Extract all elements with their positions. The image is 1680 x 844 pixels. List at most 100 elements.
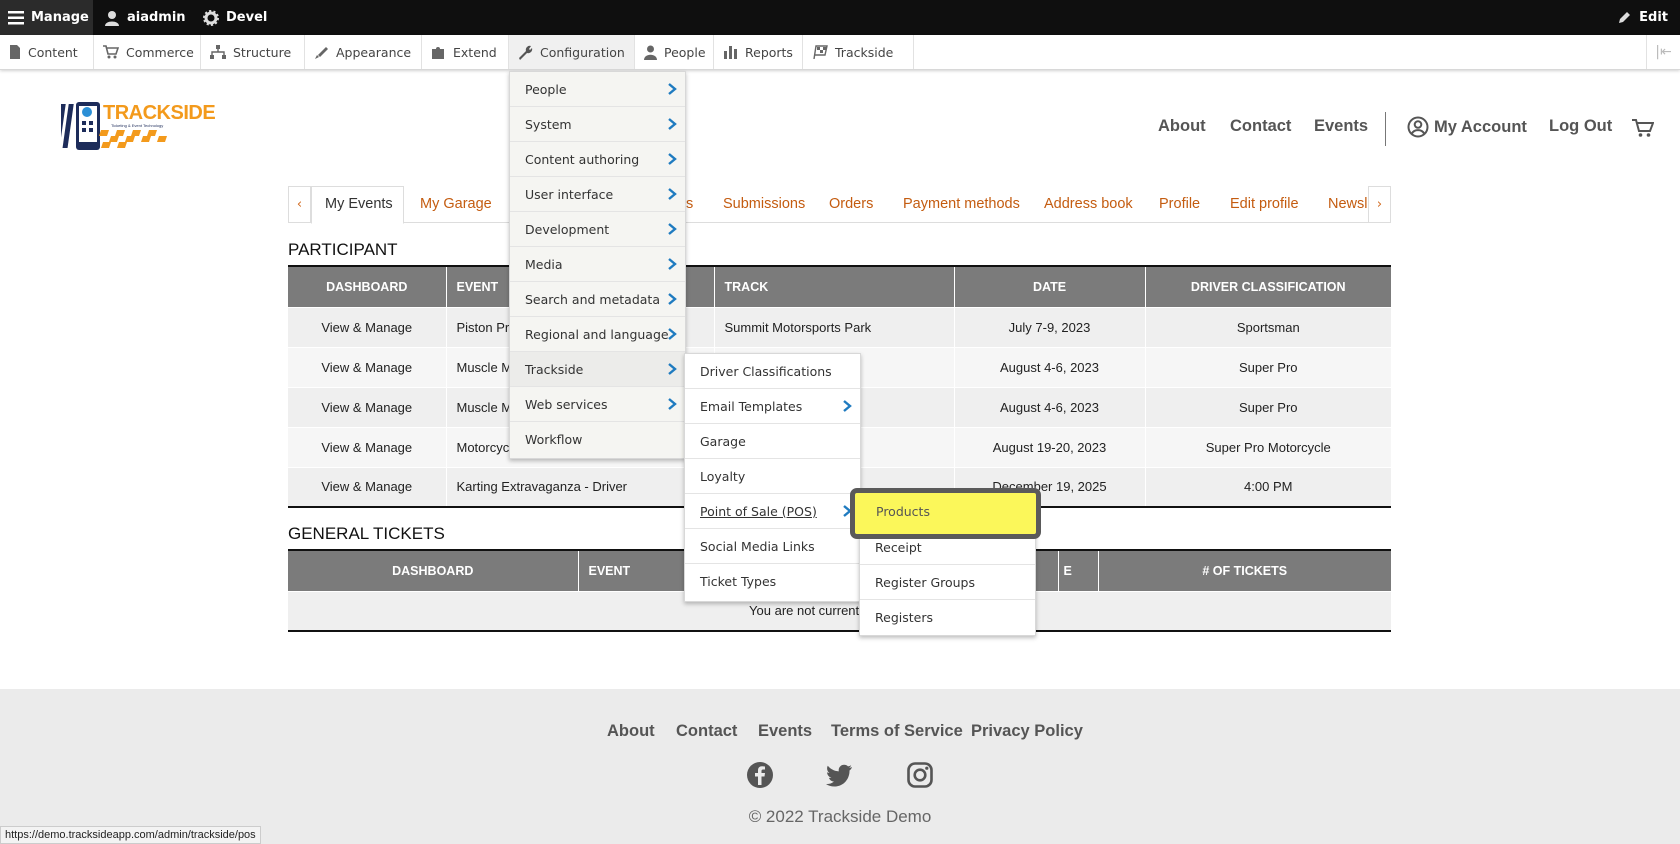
site-logo[interactable]: TRACKSIDE Ticketing & Event Technology — [54, 102, 216, 152]
tray-structure-label: Structure — [233, 44, 292, 60]
date-cell: August 19-20, 2023 — [954, 426, 1146, 467]
nav-log-out[interactable]: Log Out — [1549, 117, 1612, 136]
menu-item-label: Search and metadata — [525, 291, 660, 307]
menu-item-trackside[interactable]: Trackside — [510, 352, 685, 387]
menu-item-ticket-types[interactable]: Ticket Types — [685, 564, 860, 599]
devel-button[interactable]: Devel — [203, 0, 267, 35]
instagram-icon[interactable] — [906, 761, 934, 789]
chevron-right-icon — [843, 400, 852, 412]
nav-contact[interactable]: Contact — [1230, 117, 1291, 136]
tray-structure[interactable]: Structure — [201, 35, 305, 69]
chevron-right-icon — [668, 293, 677, 305]
menu-item-products[interactable]: Products — [850, 488, 1041, 539]
view-manage-link[interactable]: View & Manage — [288, 306, 447, 347]
tab-orders[interactable]: Orders — [829, 196, 873, 212]
menu-item-email-templates[interactable]: Email Templates — [685, 389, 860, 424]
date-cell: July 7-9, 2023 — [954, 306, 1146, 347]
twitter-icon[interactable] — [826, 761, 854, 789]
tray-appearance-label: Appearance — [336, 44, 412, 60]
col-track: TRACK — [714, 266, 955, 307]
nav-my-account[interactable]: My Account — [1407, 116, 1527, 138]
menu-item-label: People — [525, 81, 567, 97]
tray-reports[interactable]: Reports — [714, 35, 803, 69]
gear-icon — [203, 9, 219, 26]
menu-item-label: Social Media Links — [700, 538, 815, 554]
menu-item-registers[interactable]: Registers — [860, 600, 1035, 635]
tray-collapse-button[interactable]: |⇤ — [1646, 35, 1680, 69]
class-cell: Sportsman — [1145, 306, 1391, 347]
menu-item-social-media-links[interactable]: Social Media Links — [685, 529, 860, 564]
tray-commerce[interactable]: Commerce — [94, 35, 201, 69]
col-tickets: # OF TICKETS — [1098, 550, 1391, 591]
tray-configuration[interactable]: Configuration — [509, 35, 635, 69]
tray-people[interactable]: People — [635, 35, 714, 69]
cart-icon[interactable] — [1632, 118, 1654, 138]
date-cell: August 4-6, 2023 — [954, 346, 1146, 387]
tab-my-garage[interactable]: My Garage — [420, 196, 492, 212]
menu-item-regional-language[interactable]: Regional and language — [510, 317, 685, 352]
footer-privacy[interactable]: Privacy Policy — [971, 722, 1083, 741]
menu-item-media[interactable]: Media — [510, 247, 685, 282]
tab-payment-methods[interactable]: Payment methods — [903, 196, 1020, 212]
manage-button[interactable]: Manage — [0, 0, 93, 35]
menu-item-label: Media — [525, 256, 563, 272]
footer-terms[interactable]: Terms of Service — [831, 722, 963, 741]
menu-item-label: Content authoring — [525, 151, 640, 167]
col-date: DATE — [954, 266, 1146, 307]
bar-chart-icon — [724, 46, 737, 59]
tab-my-events[interactable]: My Events — [325, 196, 393, 212]
table-row: View & Manage Piston Pro Summit Motorspo… — [288, 306, 1391, 347]
tab-partial[interactable]: s — [686, 196, 693, 212]
footer-contact[interactable]: Contact — [676, 722, 737, 741]
tray-content[interactable]: Content — [0, 35, 94, 69]
menu-item-content-authoring[interactable]: Content authoring — [510, 142, 685, 177]
menu-item-label: Products — [876, 504, 930, 519]
tabs-scroll-left[interactable]: ‹ — [288, 186, 311, 223]
tab-profile[interactable]: Profile — [1159, 196, 1200, 212]
menu-item-search-metadata[interactable]: Search and metadata — [510, 282, 685, 317]
chevron-right-icon — [668, 188, 677, 200]
menu-item-development[interactable]: Development — [510, 212, 685, 247]
view-manage-link[interactable]: View & Manage — [288, 466, 447, 507]
view-manage-link[interactable]: View & Manage — [288, 426, 447, 467]
nav-about[interactable]: About — [1158, 117, 1206, 136]
class-cell: 4:00 PM — [1145, 466, 1391, 507]
menu-item-user-interface[interactable]: User interface — [510, 177, 685, 212]
menu-item-register-groups[interactable]: Register Groups — [860, 565, 1035, 600]
configuration-menu: People System Content authoring User int… — [509, 71, 686, 459]
tray-commerce-label: Commerce — [126, 44, 194, 60]
tab-submissions[interactable]: Submissions — [723, 196, 805, 212]
menu-item-driver-classifications[interactable]: Driver Classifications — [685, 354, 860, 389]
menu-item-workflow[interactable]: Workflow — [510, 422, 685, 457]
tray-extend[interactable]: Extend — [422, 35, 509, 69]
cart-icon — [103, 45, 119, 59]
nav-events[interactable]: Events — [1314, 117, 1368, 136]
col-driver-classification: DRIVER CLASSIFICATION — [1145, 266, 1391, 307]
tab-address-book[interactable]: Address book — [1044, 196, 1133, 212]
menu-item-people[interactable]: People — [510, 72, 685, 107]
track-cell: Summit Motorsports Park — [714, 306, 955, 347]
tab-newsletter[interactable]: Newsle — [1328, 196, 1370, 212]
tray-appearance[interactable]: Appearance — [305, 35, 422, 69]
link-status-bar: https://demo.tracksideapp.com/admin/trac… — [0, 826, 261, 844]
user-menu-button[interactable]: aiadmin — [104, 0, 186, 35]
menu-item-loyalty[interactable]: Loyalty — [685, 459, 860, 494]
account-icon — [1407, 116, 1429, 138]
edit-button[interactable]: Edit — [1617, 0, 1668, 35]
tabs-scroll-right[interactable]: › — [1368, 186, 1391, 223]
user-label: aiadmin — [127, 10, 186, 25]
menu-item-label: Driver Classifications — [700, 363, 832, 379]
menu-item-point-of-sale[interactable]: Point of Sale (POS) — [685, 494, 860, 529]
view-manage-link[interactable]: View & Manage — [288, 346, 447, 387]
facebook-icon[interactable] — [746, 761, 774, 789]
tab-edit-profile[interactable]: Edit profile — [1230, 196, 1299, 212]
menu-item-garage[interactable]: Garage — [685, 424, 860, 459]
view-manage-link[interactable]: View & Manage — [288, 386, 447, 427]
chevron-right-icon — [668, 223, 677, 235]
footer-events[interactable]: Events — [758, 722, 812, 741]
col-partial: E — [1058, 550, 1099, 591]
menu-item-system[interactable]: System — [510, 107, 685, 142]
menu-item-web-services[interactable]: Web services — [510, 387, 685, 422]
footer-about[interactable]: About — [607, 722, 655, 741]
tray-trackside[interactable]: Trackside — [803, 35, 914, 69]
